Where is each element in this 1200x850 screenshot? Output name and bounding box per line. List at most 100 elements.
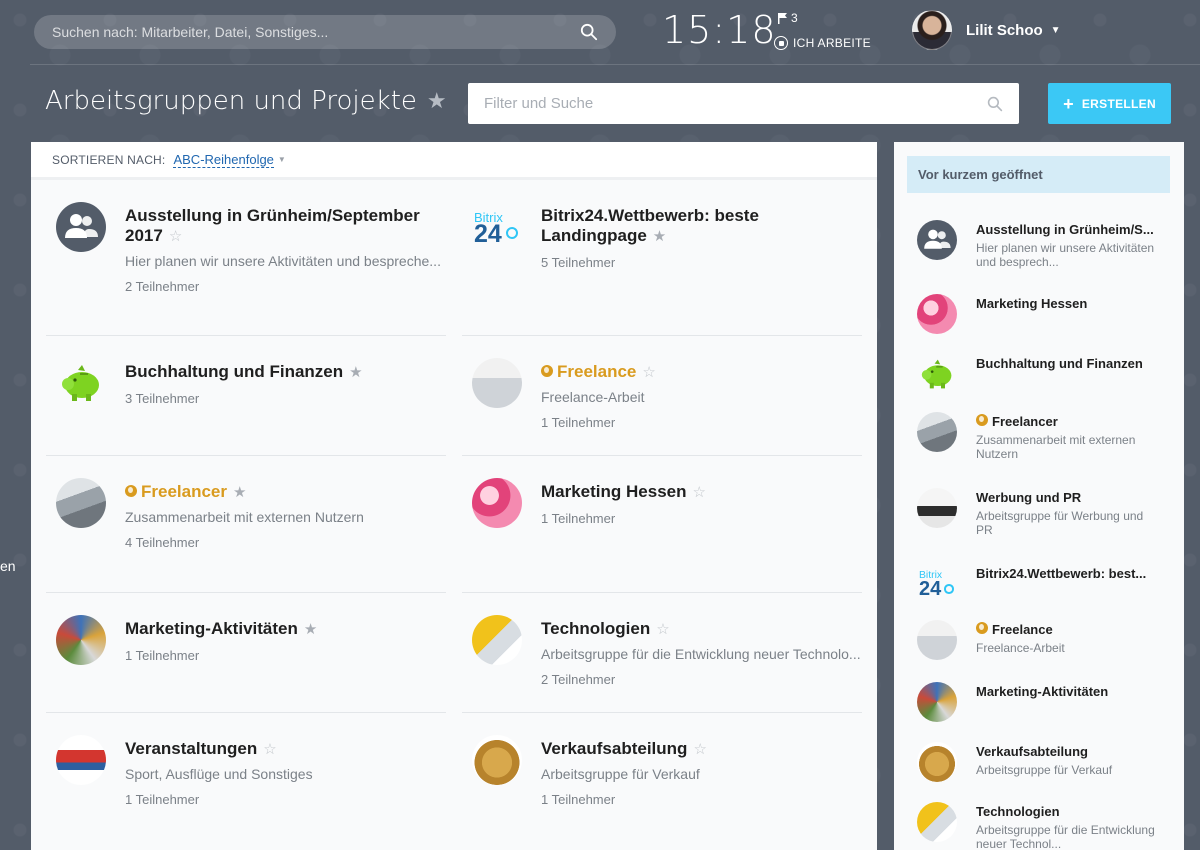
group-title[interactable]: Marketing-Aktivitäten ★ [125, 619, 456, 640]
recent-item-title-text[interactable]: Marketing Hessen [976, 296, 1087, 311]
filter-search[interactable] [468, 83, 1019, 124]
sort-dropdown[interactable]: ABC-Reihenfolge [173, 152, 274, 168]
people-photo-avatar[interactable] [917, 620, 957, 660]
star-empty-icon[interactable]: ☆ [656, 621, 669, 638]
star-filled-icon[interactable]: ★ [349, 364, 362, 381]
group-icon-avatar[interactable] [56, 202, 106, 252]
group-title[interactable]: Technologien ☆ [541, 619, 872, 640]
mixed-photo-avatar[interactable] [917, 682, 957, 722]
group-title-text[interactable]: Verkaufsabteilung [541, 739, 687, 758]
recent-item-title-text[interactable]: Bitrix24.Wettbewerb: best... [976, 566, 1146, 581]
recent-item-title-text[interactable]: Werbung und PR [976, 490, 1081, 505]
global-search-input[interactable] [52, 24, 580, 40]
group-card[interactable]: Freelancer ★ Zusammenarbeit mit externen N… [56, 478, 456, 550]
recent-item-title[interactable]: Technologien [976, 804, 1156, 819]
group-card[interactable]: Freelance ☆ Freelance-Arbeit 1 Teilnehmer [472, 358, 872, 430]
recent-item[interactable]: Verkaufsabteilung Arbeitsgruppe für Verka… [917, 742, 1177, 782]
recent-item[interactable]: Marketing-Aktivitäten [917, 682, 1177, 722]
group-title-text[interactable]: Buchhaltung und Finanzen [125, 362, 343, 381]
global-search[interactable] [34, 15, 616, 49]
recent-item-title-text[interactable]: Freelance [992, 622, 1053, 637]
clock[interactable]: 15:18 [662, 8, 777, 52]
create-button[interactable]: + ERSTELLEN [1048, 83, 1171, 124]
recent-item-title[interactable]: Verkaufsabteilung [976, 744, 1156, 759]
recent-item-title[interactable]: Marketing Hessen [976, 296, 1156, 311]
group-card[interactable]: Buchhaltung und Finanzen ★ 3 Teilnehmer [56, 358, 456, 408]
recent-item-title[interactable]: Marketing-Aktivitäten [976, 684, 1156, 699]
star-empty-icon[interactable]: ☆ [693, 484, 706, 501]
flag-counter[interactable]: 3 [778, 11, 798, 25]
user-avatar[interactable] [912, 10, 952, 50]
tech-photo-avatar[interactable] [472, 615, 522, 665]
bitrix-logo-avatar[interactable]: Bitrix 24 [917, 564, 957, 604]
piggy-bank-avatar[interactable] [56, 358, 106, 408]
bitrix-logo-avatar[interactable]: Bitrix 24 [472, 202, 522, 252]
star-filled-icon[interactable]: ★ [304, 621, 317, 638]
recent-item-title[interactable]: Bitrix24.Wettbewerb: best... [976, 566, 1156, 581]
star-empty-icon[interactable]: ☆ [263, 741, 276, 758]
group-title[interactable]: Veranstaltungen ☆ [125, 739, 456, 760]
group-title-text[interactable]: Technologien [541, 619, 650, 638]
recent-item-title-text[interactable]: Verkaufsabteilung [976, 744, 1088, 759]
recent-item-title-text[interactable]: Technologien [976, 804, 1060, 819]
chevron-down-icon[interactable]: ▼ [1051, 25, 1061, 36]
user-name[interactable]: Lilit Schoo [966, 22, 1043, 39]
sport-photo-avatar[interactable] [56, 735, 106, 785]
recent-item[interactable]: Bitrix 24 Bitrix24.Wettbewerb: best... [917, 564, 1177, 604]
grey-photo-avatar[interactable] [917, 412, 957, 452]
recent-item[interactable]: Marketing Hessen [917, 294, 1177, 334]
recent-item-title-text[interactable]: Ausstellung in Grünheim/S... [976, 222, 1154, 237]
recent-item[interactable]: Buchhaltung und Finanzen [917, 354, 1177, 394]
group-card[interactable]: Verkaufsabteilung ☆ Arbeitsgruppe für Verk… [472, 735, 872, 807]
group-card[interactable]: Ausstellung in Grünheim/September 2017 ☆ H… [56, 202, 456, 294]
recent-item-title[interactable]: Ausstellung in Grünheim/S... [976, 222, 1156, 237]
recent-item-title[interactable]: Werbung und PR [976, 490, 1156, 505]
group-title[interactable]: Marketing Hessen ☆ [541, 482, 872, 503]
search-icon[interactable] [580, 23, 598, 41]
recent-item-title[interactable]: Freelance [976, 622, 1156, 637]
recent-item-title[interactable]: Buchhaltung und Finanzen [976, 356, 1156, 371]
people-photo-avatar[interactable] [472, 358, 522, 408]
group-card[interactable]: Technologien ☆ Arbeitsgruppe für die Entwi… [472, 615, 872, 687]
group-title-text[interactable]: Freelance [557, 362, 636, 381]
group-card[interactable]: Bitrix 24 Bitrix24.Wettbewerb: beste Landi… [472, 202, 872, 270]
group-card[interactable]: Marketing Hessen ☆ 1 Teilnehmer [472, 478, 872, 528]
group-card[interactable]: Marketing-Aktivitäten ★ 1 Teilnehmer [56, 615, 456, 665]
grey-photo-avatar[interactable] [56, 478, 106, 528]
group-title-text[interactable]: Marketing Hessen [541, 482, 687, 501]
group-icon-avatar[interactable] [917, 220, 957, 260]
pink-photo-avatar[interactable] [917, 294, 957, 334]
star-empty-icon[interactable]: ☆ [169, 228, 182, 245]
group-title[interactable]: Freelance ☆ [541, 362, 872, 383]
group-card[interactable]: Veranstaltungen ☆ Sport, Ausflüge und Sons… [56, 735, 456, 807]
coins-photo-avatar[interactable] [917, 742, 957, 782]
group-title[interactable]: Verkaufsabteilung ☆ [541, 739, 872, 760]
work-status[interactable]: ICH ARBEITE [774, 36, 871, 50]
group-title[interactable]: Buchhaltung und Finanzen ★ [125, 362, 456, 383]
coins-photo-avatar[interactable] [472, 735, 522, 785]
group-title-text[interactable]: Bitrix24.Wettbewerb: beste Landingpage [541, 206, 759, 245]
group-title[interactable]: Bitrix24.Wettbewerb: beste Landingpage ★ [541, 206, 872, 247]
group-title-text[interactable]: Freelancer [141, 482, 227, 501]
tech-photo-avatar[interactable] [917, 802, 957, 842]
recent-item[interactable]: Werbung und PR Arbeitsgruppe für Werbung … [917, 488, 1177, 537]
star-filled-icon[interactable]: ★ [233, 484, 246, 501]
chevron-down-icon[interactable]: ▼ [278, 155, 286, 164]
werbung-photo-avatar[interactable] [917, 488, 957, 528]
search-icon[interactable] [987, 96, 1003, 112]
piggy-bank-avatar[interactable] [917, 354, 957, 394]
user-menu[interactable]: Lilit Schoo ▼ [912, 10, 1061, 50]
group-title[interactable]: Freelancer ★ [125, 482, 456, 503]
recent-item[interactable]: Freelancer Zusammenarbeit mit externen Nu… [917, 412, 1177, 461]
recent-item-title[interactable]: Freelancer [976, 414, 1156, 429]
recent-item-title-text[interactable]: Buchhaltung und Finanzen [976, 356, 1143, 371]
recent-item[interactable]: Freelance Freelance-Arbeit [917, 620, 1177, 660]
star-filled-icon[interactable]: ★ [653, 228, 666, 245]
recent-item[interactable]: Ausstellung in Grünheim/S... Hier planen … [917, 220, 1177, 269]
group-title-text[interactable]: Marketing-Aktivitäten [125, 619, 298, 638]
recent-item[interactable]: Technologien Arbeitsgruppe für die Entwic… [917, 802, 1177, 850]
star-icon[interactable]: ★ [427, 89, 447, 114]
star-empty-icon[interactable]: ☆ [693, 741, 706, 758]
pink-photo-avatar[interactable] [472, 478, 522, 528]
star-empty-icon[interactable]: ☆ [642, 364, 655, 381]
